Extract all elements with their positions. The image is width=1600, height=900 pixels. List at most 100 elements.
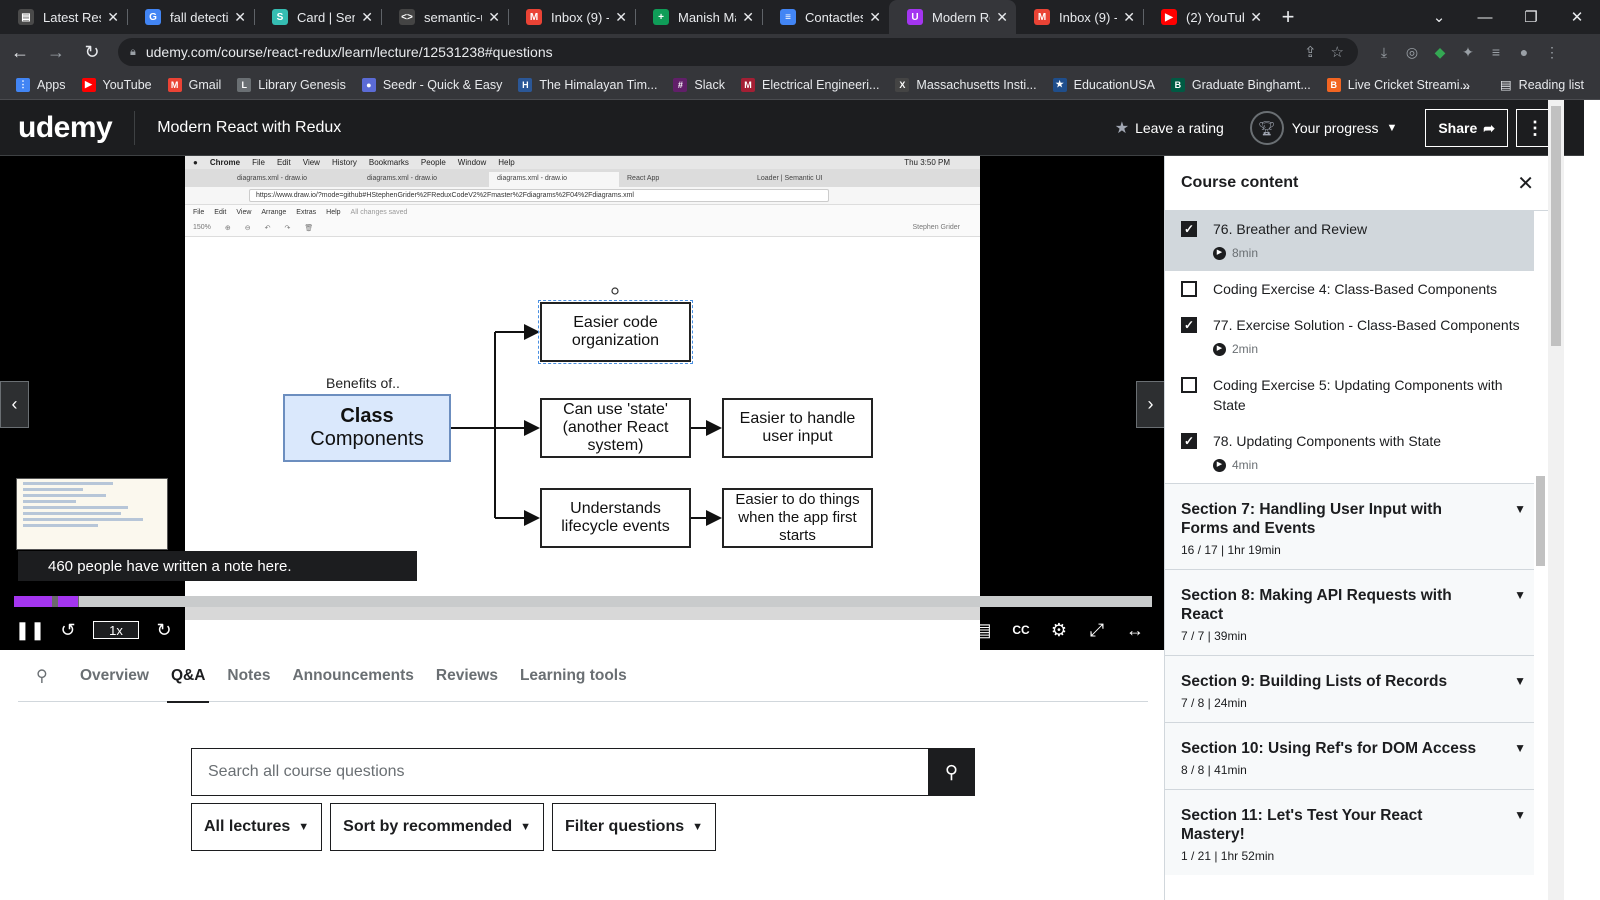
filter-dropdown[interactable]: All lectures ▼ (191, 803, 323, 851)
tab-reviews[interactable]: Reviews (436, 650, 498, 702)
lecture-item[interactable]: ✓ 77. Exercise Solution - Class-Based Com… (1165, 307, 1548, 367)
tab-close-icon[interactable]: ✕ (1250, 9, 1262, 26)
tab-close-icon[interactable]: ✕ (615, 9, 627, 26)
profile-avatar[interactable]: ● (1510, 38, 1538, 66)
bookmark-item[interactable]: M Electrical Engineeri... (741, 77, 879, 92)
tab-search-icon[interactable]: ⌄ (1416, 0, 1462, 34)
section-header[interactable]: Section 9: Building Lists of Records 7 / … (1165, 655, 1548, 722)
pause-icon[interactable]: ❚❚ (11, 611, 49, 649)
your-progress-button[interactable]: 🏆︎ Your progress ▼ (1249, 111, 1397, 145)
new-tab-icon[interactable]: + (1270, 0, 1306, 34)
lecture-checkbox[interactable]: ✓ (1181, 433, 1197, 449)
lecture-checkbox[interactable]: ✓ (1181, 317, 1197, 333)
bookmark-item[interactable]: B Live Cricket Streami... (1326, 77, 1470, 92)
seek-bar[interactable] (14, 596, 1152, 607)
browser-tab[interactable]: ≡ Contactless ✕ (762, 0, 889, 34)
tab-close-icon[interactable]: ✕ (234, 9, 246, 26)
section-header[interactable]: Section 7: Handling User Input with Form… (1165, 483, 1548, 569)
tab-close-icon[interactable]: ✕ (1123, 9, 1135, 26)
reload-icon[interactable]: ↻ (76, 36, 108, 68)
tab-close-icon[interactable]: ✕ (361, 9, 373, 26)
expand-icon[interactable]: ↔ (1116, 611, 1154, 649)
browser-tab[interactable]: M Inbox (9) - m ✕ (508, 0, 635, 34)
seek-note-marker[interactable] (58, 596, 78, 607)
tab-overview[interactable]: Overview (80, 650, 149, 702)
filter-dropdown[interactable]: Sort by recommended ▼ (330, 803, 544, 851)
bookmark-item[interactable]: ⋮ Apps (16, 77, 66, 92)
browser-tab[interactable]: U Modern Reac ✕ (889, 0, 1016, 34)
udemy-logo[interactable]: udemy (18, 111, 113, 145)
chrome-menu-icon[interactable]: ⋮ (1538, 38, 1566, 66)
previous-lecture-button[interactable]: ‹ (0, 381, 29, 428)
share-button[interactable]: Share ➦ (1425, 109, 1508, 147)
browser-tab[interactable]: S Card | Seman ✕ (254, 0, 381, 34)
course-title[interactable]: Modern React with Redux (157, 119, 341, 137)
section-header[interactable]: Section 8: Making API Requests with Reac… (1165, 569, 1548, 655)
browser-tab[interactable]: ▶ (2) YouTube ✕ (1143, 0, 1270, 34)
lecture-checkbox[interactable] (1181, 377, 1197, 393)
captions-icon[interactable]: CC (1002, 611, 1040, 649)
video-player[interactable]: ● Chrome File Edit View History Bookmarks Peop… (0, 156, 1164, 650)
bookmark-item[interactable]: ▶ YouTube (81, 77, 152, 92)
tab-close-icon[interactable]: ✕ (996, 9, 1008, 26)
bookmark-star-icon[interactable]: ☆ (1331, 43, 1344, 61)
lecture-item[interactable]: ✓ 76. Breather and Review ▶ 8min (1165, 211, 1548, 271)
puzzle-icon[interactable]: ✦ (1454, 38, 1482, 66)
next-lecture-button[interactable]: › (1136, 381, 1164, 428)
browser-tab[interactable]: Gfall detection ✕ (127, 0, 254, 34)
page-scrollbar[interactable] (1548, 100, 1564, 900)
restore-icon[interactable]: ❐ (1508, 0, 1554, 34)
playback-speed-button[interactable]: 1x (93, 621, 139, 639)
lecture-checkbox[interactable] (1181, 281, 1197, 297)
qa-search-button[interactable]: ⚲ (928, 748, 975, 796)
browser-tab[interactable]: ▤ Latest Resea ✕ (0, 0, 127, 34)
search-icon[interactable]: ⚲ (18, 666, 58, 686)
qa-search-input[interactable] (191, 748, 928, 796)
leave-rating-button[interactable]: ★ Leave a rating (1115, 118, 1224, 138)
bookmark-item[interactable]: ● Seedr - Quick & Easy (361, 77, 502, 92)
forward-icon[interactable]: → (40, 36, 72, 68)
browser-tab[interactable]: <> semantic-ui ✕ (381, 0, 508, 34)
extension-icon[interactable]: ◎ (1398, 38, 1426, 66)
add-note-icon[interactable]: ☰ (258, 611, 296, 649)
tab-notes[interactable]: Notes (227, 650, 270, 702)
share-page-icon[interactable]: ⇪ (1304, 43, 1317, 61)
fullscreen-icon[interactable]: ⤢ (1078, 611, 1116, 649)
transcript-icon[interactable]: ▤ (964, 611, 1002, 649)
close-icon[interactable]: ✕ (1517, 171, 1534, 196)
lecture-item[interactable]: Coding Exercise 5: Updating Components w… (1165, 367, 1548, 423)
minimize-icon[interactable]: — (1462, 0, 1508, 34)
rewind-icon[interactable]: ↺ (49, 611, 87, 649)
lecture-checkbox[interactable]: ✓ (1181, 221, 1197, 237)
close-window-icon[interactable]: ✕ (1554, 0, 1600, 34)
sidebar-scrollbar[interactable] (1534, 211, 1548, 900)
seek-note-marker[interactable] (14, 596, 52, 607)
bookmark-item[interactable]: # Slack (673, 77, 725, 92)
tab-announcements[interactable]: Announcements (292, 650, 413, 702)
tab-close-icon[interactable]: ✕ (107, 9, 119, 26)
tab-close-icon[interactable]: ✕ (869, 9, 881, 26)
back-icon[interactable]: ← (4, 36, 36, 68)
browser-tab[interactable]: + Manish Mah ✕ (635, 0, 762, 34)
bookmarks-overflow-icon[interactable]: » (1462, 77, 1470, 93)
filter-dropdown[interactable]: Filter questions ▼ (551, 803, 716, 851)
reading-list-button[interactable]: ▤ Reading list (1500, 77, 1584, 93)
lecture-item[interactable]: Coding Exercise 4: Class-Based Component… (1165, 271, 1548, 307)
section-header[interactable]: Section 10: Using Ref's for DOM Access 8 … (1165, 722, 1548, 789)
extension-color-icon[interactable]: ◆ (1426, 38, 1454, 66)
download-icon[interactable]: ⤓ (1370, 38, 1398, 66)
browser-tab[interactable]: M Inbox (9) - m ✕ (1016, 0, 1143, 34)
lecture-item[interactable]: ✓ 78. Updating Components with State ▶ 4min (1165, 423, 1548, 483)
tab-close-icon[interactable]: ✕ (742, 9, 754, 26)
bookmark-item[interactable]: L Library Genesis (237, 77, 346, 92)
settings-gear-icon[interactable]: ⚙ (1040, 611, 1078, 649)
forward-icon-player[interactable]: ↻ (145, 611, 183, 649)
bookmark-item[interactable]: H The Himalayan Tim... (518, 77, 657, 92)
omnibox[interactable]: 🔒︎ udemy.com/course/react-redux/learn/le… (118, 38, 1358, 66)
section-header[interactable]: Section 11: Let's Test Your React Master… (1165, 789, 1548, 875)
tab-q-a[interactable]: Q&A (166, 650, 210, 703)
tab-learning-tools[interactable]: Learning tools (520, 650, 627, 702)
bookmark-item[interactable]: X Massachusetts Insti... (895, 77, 1037, 92)
bookmark-item[interactable]: ★ EducationUSA (1052, 77, 1155, 92)
volume-icon[interactable]: 🔈︎ (926, 611, 964, 649)
